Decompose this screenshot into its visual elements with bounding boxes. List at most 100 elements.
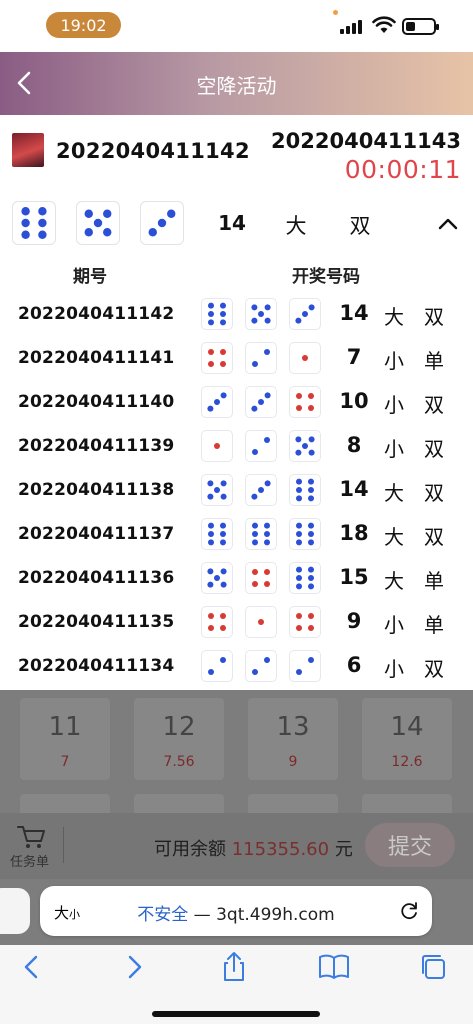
bet-tile-odds: 12.6	[391, 754, 423, 770]
bet-tile[interactable]: 14 12.6	[362, 698, 452, 780]
row-sum: 18	[339, 521, 369, 545]
die-pip	[251, 493, 258, 500]
die-pip	[208, 522, 214, 529]
row-period: 2022040411138	[18, 480, 175, 500]
die-pip	[157, 218, 167, 228]
die-pip	[207, 581, 214, 588]
die-pip	[252, 569, 258, 575]
chevron-up-icon[interactable]	[432, 207, 464, 239]
die-icon	[201, 474, 233, 506]
die-pip	[264, 569, 270, 575]
die-pip	[148, 228, 157, 237]
address-bar[interactable]: 大小 不安全 — 3qt.499h.com	[40, 886, 432, 936]
row-parity: 单	[424, 349, 444, 373]
die-pip	[21, 230, 30, 239]
die-pip	[21, 218, 30, 228]
cellular-signal-icon	[340, 20, 366, 34]
balance-value: 115355.60	[231, 839, 330, 860]
row-size: 大	[384, 481, 404, 505]
die-icon	[245, 518, 277, 550]
die-pip	[38, 207, 47, 216]
browser-forward-icon[interactable]	[116, 949, 152, 985]
privacy-indicator-dot	[333, 10, 338, 15]
die-pip	[214, 487, 220, 493]
die-pip	[308, 304, 315, 311]
die-pip	[220, 568, 227, 575]
row-parity: 单	[424, 569, 444, 593]
row-parity: 双	[424, 657, 444, 681]
cart-icon[interactable]	[14, 823, 48, 851]
history-row: 2022040411136 15 大 单	[0, 556, 473, 600]
submit-button[interactable]: 提交	[365, 823, 455, 867]
current-period-panel: 2022040411142 2022040411143 00:00:11	[0, 115, 473, 187]
die-pip	[252, 669, 258, 675]
tabs-icon[interactable]	[416, 949, 452, 985]
insecure-label: 不安全	[137, 905, 189, 925]
header-bar: 空降活动	[0, 52, 473, 115]
row-sum: 6	[346, 653, 362, 677]
die-pip	[220, 531, 226, 537]
die-pip	[308, 566, 314, 573]
die-pip	[167, 209, 176, 218]
row-sum: 10	[339, 389, 369, 413]
share-icon[interactable]	[216, 949, 252, 985]
url-display[interactable]: 不安全 — 3qt.499h.com	[40, 900, 432, 925]
die-pip	[308, 405, 314, 411]
die-icon	[201, 518, 233, 550]
die-pip	[296, 613, 302, 619]
die-icon	[201, 342, 233, 374]
row-period: 2022040411134	[18, 656, 175, 676]
die-icon	[245, 298, 277, 330]
row-parity: 单	[424, 613, 444, 637]
die-icon	[201, 298, 233, 330]
die-icon	[289, 386, 321, 418]
row-size: 大	[384, 569, 404, 593]
reload-icon[interactable]	[398, 900, 420, 922]
browser-back-icon[interactable]	[14, 949, 50, 985]
previous-tab-preview[interactable]	[0, 888, 30, 934]
die-icon	[201, 606, 233, 638]
die-icon	[201, 386, 233, 418]
die-pip	[251, 317, 258, 324]
die-pip	[308, 583, 314, 590]
bet-tile[interactable]: 11 7	[20, 698, 110, 780]
die-pip	[251, 405, 258, 412]
die-pip	[296, 669, 302, 675]
die-icon	[289, 430, 321, 462]
die-pip	[252, 581, 258, 587]
history-row: 2022040411137 18 大 双	[0, 512, 473, 556]
game-thumbnail	[12, 133, 44, 167]
bookmarks-icon[interactable]	[316, 949, 352, 985]
history-row: 2022040411141 7 小 单	[0, 336, 473, 380]
row-size: 小	[384, 349, 404, 373]
die-pip	[208, 531, 214, 537]
bet-tile-odds: 7.56	[163, 754, 195, 770]
die-pip	[264, 304, 271, 311]
current-period-number: 2022040411142	[56, 139, 250, 163]
die-pip	[103, 228, 112, 237]
die-pip	[258, 619, 264, 625]
die-pip	[308, 449, 315, 456]
history-row: 2022040411135 9 小 单	[0, 600, 473, 644]
latest-parity: 双	[349, 214, 371, 238]
die-icon	[245, 474, 277, 506]
cart-label[interactable]: 任务单	[10, 851, 49, 870]
die-icon	[289, 518, 321, 550]
die-pip	[214, 399, 220, 405]
latest-result-row[interactable]: 14 大 双	[0, 187, 473, 253]
bet-tile[interactable]: 12 7.56	[134, 698, 224, 780]
die-pip	[220, 493, 227, 500]
die-icon	[201, 650, 233, 682]
history-row: 2022040411139 8 小 双	[0, 424, 473, 468]
wifi-icon	[372, 16, 396, 33]
die-pip	[258, 311, 264, 317]
die-pip	[208, 349, 214, 355]
bet-tile[interactable]: 13 9	[248, 698, 338, 780]
history-row: 2022040411138 14 大 双	[0, 468, 473, 512]
battery-icon	[402, 18, 439, 35]
balance-info: 可用余额 115355.60 元	[154, 835, 353, 861]
die-icon	[289, 650, 321, 682]
history-row: 2022040411142 14 大 双	[0, 292, 473, 336]
row-sum: 8	[346, 433, 362, 457]
row-parity: 双	[424, 393, 444, 417]
